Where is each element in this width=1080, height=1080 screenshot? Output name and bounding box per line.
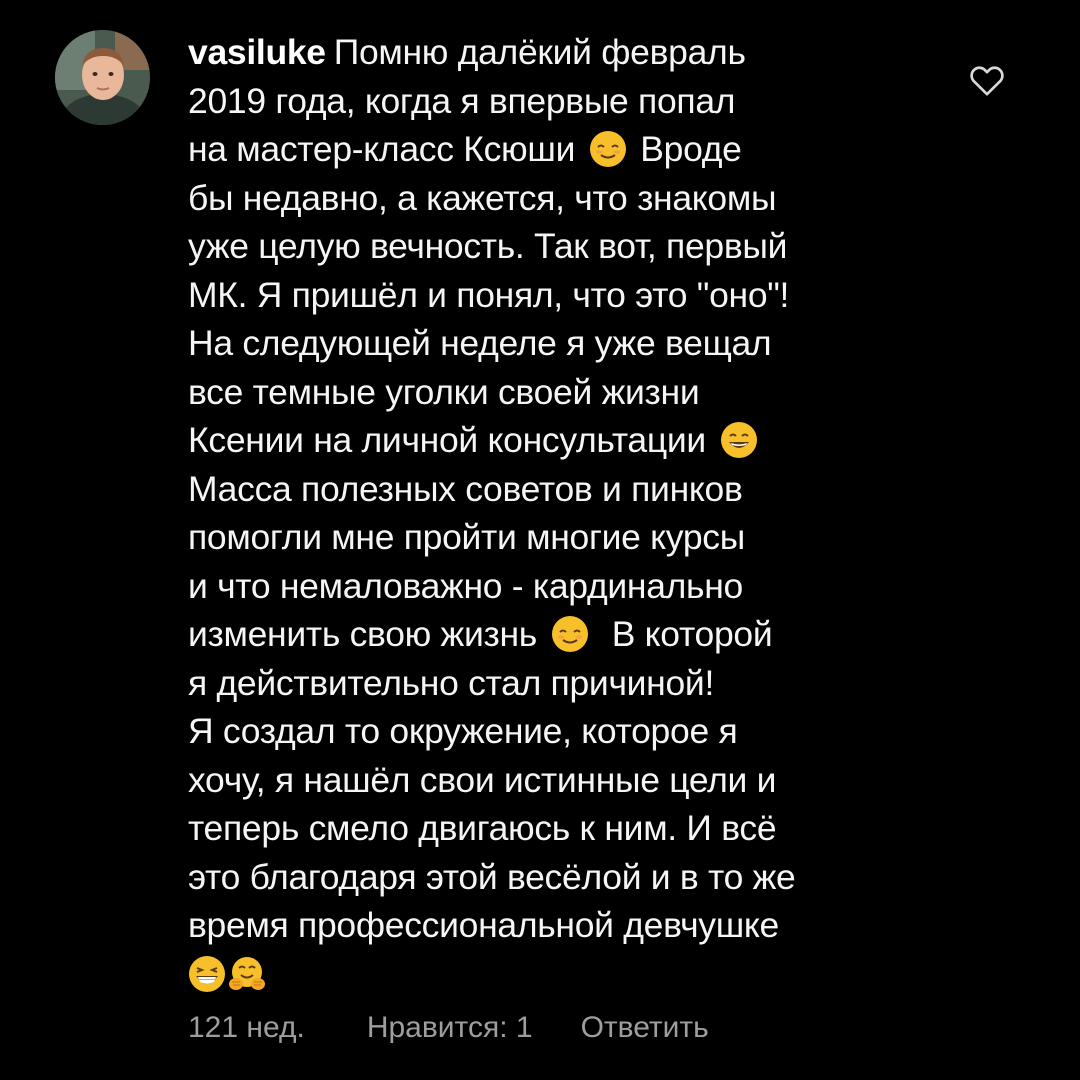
relieved-face-emoji (589, 130, 627, 168)
comment-line: все темные уголки своей жизни (188, 371, 700, 412)
grinning-face-emoji (720, 421, 758, 459)
avatar[interactable] (55, 30, 150, 125)
comment-line: на мастер-класс Ксюши Вроде (188, 125, 928, 174)
beaming-face-emoji (188, 955, 226, 993)
relieved-face-emoji (551, 615, 589, 653)
comment-line: и что немаловажно - кардинально (188, 565, 743, 606)
comment-line: бы недавно, а кажется, что знакомы (188, 177, 777, 218)
comment-line: На следующей неделе я уже вещал (188, 323, 772, 363)
comment-line-text: на мастер-класс Ксюши (188, 129, 576, 169)
comment-line-text: Ксении на личной консультации (188, 420, 706, 460)
comment-line: хочу, я нашёл свои истинные цели и (188, 759, 777, 800)
comment-timestamp: 121 нед. (188, 1011, 305, 1044)
comment-line-text: Помню далёкий февраль (333, 32, 746, 72)
comment-line: Ксении на личной консультации (188, 416, 928, 465)
reply-button[interactable]: Ответить (581, 1008, 709, 1048)
comment-line: теперь смело двигаюсь к ним. И всё (188, 808, 777, 848)
comment-line: МК. Я пришёл и понял, что это "оно"! (188, 274, 790, 315)
comment-line: время профессиональной девчушке (188, 905, 779, 945)
comment-line: Я создал то окружение, которое я (188, 711, 738, 751)
comment-line-text: Вроде (640, 129, 742, 169)
comment-line: помогли мне пройти многие курсы (188, 517, 745, 557)
hugging-face-emoji (228, 955, 266, 993)
comment-line: уже целую вечность. Так вот, первый (188, 226, 788, 266)
comment-line: это благодаря этой весёлой и в то же (188, 856, 796, 897)
comment-line: vasiluke Помню далёкий февраль (188, 28, 928, 77)
username[interactable]: vasiluke (188, 32, 326, 72)
comment-text: vasiluke Помню далёкий февраль 2019 года,… (188, 28, 928, 998)
comment-line: изменить свою жизнь В которой (188, 610, 928, 659)
comment-line: Масса полезных советов и пинков (188, 468, 743, 509)
comment-line: 2019 года, когда я впервые попал (188, 80, 736, 121)
avatar-photo (55, 30, 150, 125)
comment-line: я действительно стал причиной! (188, 662, 715, 703)
heart-outline-icon[interactable] (967, 60, 1007, 100)
comment-footer: 121 нед. Нравится: 1 Ответить (188, 1008, 709, 1048)
emoji-line (188, 950, 928, 999)
comment-line-text: В которой (611, 614, 773, 654)
likes-count-button[interactable]: Нравится: 1 (367, 1008, 533, 1048)
comment-screen: vasiluke Помню далёкий февраль 2019 года,… (0, 0, 1080, 1080)
comment-line-text: изменить свою жизнь (188, 614, 538, 654)
